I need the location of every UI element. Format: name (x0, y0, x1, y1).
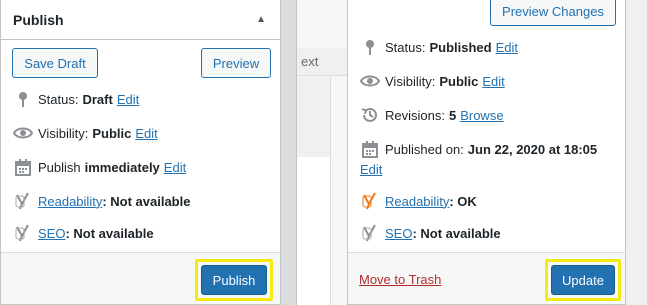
seo-link[interactable]: SEO (38, 226, 65, 241)
status-row: Status: Draft Edit (13, 89, 139, 109)
visibility-edit-link[interactable]: Edit (482, 74, 504, 89)
revisions-value: 5 (448, 107, 457, 123)
yoast-y-icon (13, 191, 33, 211)
page-background-right (626, 0, 647, 305)
seo-row: SEO : Not available (360, 223, 501, 243)
visibility-row: Visibility: Public Edit (13, 123, 158, 143)
readability-link[interactable]: Readability (385, 194, 449, 209)
move-to-trash-link[interactable]: Move to Trash (359, 272, 441, 287)
editor-content-fragment (297, 157, 331, 305)
editor-toolbar-fragment (297, 77, 331, 157)
pin-icon (360, 37, 380, 57)
pin-icon (13, 89, 33, 109)
seo-value: : Not available (412, 225, 501, 241)
readability-row: Readability : Not available (13, 191, 190, 211)
publish-label: Publish (38, 159, 81, 175)
publish-panel-draft: Publish ▲ Save Draft Preview Status: Dra… (0, 0, 281, 305)
published-on-value: Jun 22, 2020 at 18:05 (467, 141, 598, 157)
publish-highlight: Publish (195, 259, 273, 301)
text-tab-fragment[interactable]: ext (297, 48, 348, 76)
publish-edit-link[interactable]: Edit (164, 160, 186, 175)
update-button[interactable]: Update (551, 265, 615, 295)
eye-icon (13, 123, 33, 143)
publish-value: immediately (84, 159, 160, 175)
visibility-label: Visibility: (385, 73, 436, 89)
history-icon (360, 105, 380, 125)
published-on-row: Published on: Jun 22, 2020 at 18:05 (360, 139, 597, 159)
yoast-y-icon (13, 223, 33, 243)
triangle-up-icon[interactable]: ▲ (256, 14, 266, 25)
readability-row: Readability : OK (360, 191, 477, 211)
update-highlight: Update (545, 259, 621, 301)
panel-title: Publish (13, 11, 64, 28)
editor-background: ext (296, 0, 348, 305)
status-row: Status: Published Edit (360, 37, 518, 57)
yoast-y-icon (360, 191, 380, 211)
preview-button[interactable]: Preview (201, 48, 271, 78)
status-edit-link[interactable]: Edit (496, 40, 518, 55)
major-publishing-actions: Move to Trash Update (348, 252, 625, 304)
publish-button[interactable]: Publish (201, 265, 267, 295)
status-label: Status: (385, 39, 426, 55)
panel-divider (281, 0, 296, 305)
calendar-icon (360, 139, 380, 159)
eye-icon (360, 71, 380, 91)
status-value: Draft (82, 91, 113, 107)
publish-panel-published: Preview Changes Status: Published Edit V… (347, 0, 626, 305)
revisions-row: Revisions: 5 Browse (360, 105, 504, 125)
visibility-row: Visibility: Public Edit (360, 71, 505, 91)
published-on-edit-link[interactable]: Edit (360, 162, 382, 177)
seo-link[interactable]: SEO (385, 226, 412, 241)
visibility-value: Public (92, 125, 132, 141)
visibility-edit-link[interactable]: Edit (135, 126, 157, 141)
status-label: Status: (38, 91, 79, 107)
visibility-value: Public (439, 73, 479, 89)
revisions-label: Revisions: (385, 107, 445, 123)
publish-schedule-row: Publish immediately Edit (13, 157, 186, 177)
published-on-label: Published on: (385, 141, 464, 157)
seo-row: SEO : Not available (13, 223, 154, 243)
status-edit-link[interactable]: Edit (117, 92, 139, 107)
calendar-icon (13, 157, 33, 177)
visibility-label: Visibility: (38, 125, 89, 141)
readability-link[interactable]: Readability (38, 194, 102, 209)
save-draft-button[interactable]: Save Draft (12, 48, 98, 78)
yoast-y-icon (360, 223, 380, 243)
seo-value: : Not available (65, 225, 154, 241)
postbox-header: Publish ▲ (1, 0, 280, 40)
readability-value: : OK (449, 193, 477, 209)
major-publishing-actions: Publish (1, 252, 280, 304)
revisions-browse-link[interactable]: Browse (460, 108, 503, 123)
readability-value: : Not available (102, 193, 191, 209)
preview-changes-button[interactable]: Preview Changes (490, 0, 616, 26)
status-value: Published (429, 39, 492, 55)
